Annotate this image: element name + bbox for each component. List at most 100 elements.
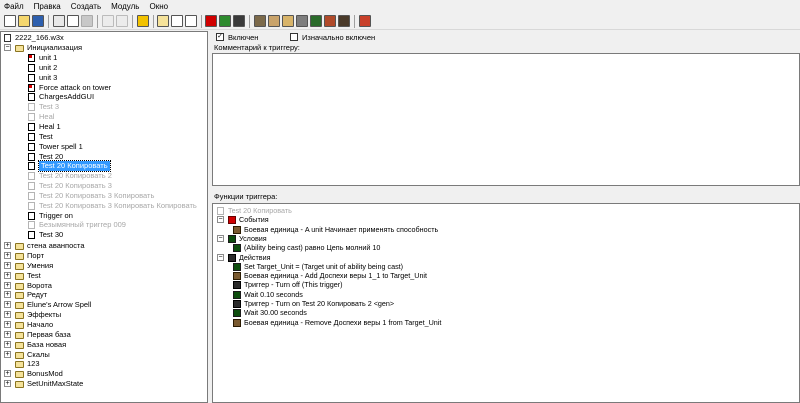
- folder-icon: [15, 243, 24, 251]
- trigger-label: Test 20 Копировать 3 Копировать: [39, 190, 155, 200]
- enabled-checkbox[interactable]: ✓: [216, 33, 224, 41]
- new-map-icon[interactable]: [4, 15, 16, 27]
- folder-icon: [15, 302, 24, 310]
- menu-create[interactable]: Создать: [66, 0, 106, 13]
- actions-header-label: Действия: [239, 252, 271, 262]
- new-event-icon[interactable]: [205, 15, 217, 27]
- folder-label: Elune's Arrow Spell: [27, 300, 92, 310]
- object-editor-icon[interactable]: [296, 15, 308, 27]
- trigger-icon: [28, 162, 35, 171]
- condition-row-label: (Ability being cast) равно Цепь молний 1…: [244, 243, 381, 253]
- expand-icon[interactable]: +: [4, 271, 11, 279]
- folder-label: Начало: [27, 319, 54, 329]
- trigger-label: Test: [39, 131, 53, 141]
- terrain-editor-icon[interactable]: [254, 15, 266, 27]
- campaign-editor-icon[interactable]: [324, 15, 336, 27]
- unit-icon: [233, 318, 241, 327]
- trigger-icon: [28, 93, 35, 102]
- trigger-icon: [28, 83, 35, 92]
- undo-icon[interactable]: [102, 15, 114, 27]
- new-action-icon[interactable]: [233, 15, 245, 27]
- unit-editor-icon[interactable]: [268, 15, 280, 27]
- trigger-label: Test 20 Копировать 3: [39, 181, 112, 191]
- open-icon[interactable]: [18, 15, 30, 27]
- trigger-label: Test 20: [39, 151, 64, 161]
- initially-on-checkbox-row[interactable]: Изначально включен: [290, 32, 375, 42]
- folder-label: Редут: [27, 290, 48, 300]
- delete-icon[interactable]: [137, 15, 149, 27]
- trigger-label: Безымянный триггер 009: [39, 220, 126, 230]
- expand-icon[interactable]: +: [4, 291, 11, 299]
- menu-module[interactable]: Модуль: [106, 0, 144, 13]
- initially-on-checkbox[interactable]: [290, 33, 298, 41]
- copy-icon[interactable]: [67, 15, 79, 27]
- expand-icon[interactable]: +: [4, 370, 11, 378]
- save-icon[interactable]: [32, 15, 44, 27]
- action-row-label: Wait 30.00 seconds: [244, 308, 307, 318]
- paste-icon[interactable]: [81, 15, 93, 27]
- new-category-icon[interactable]: [157, 15, 169, 27]
- expand-icon[interactable]: +: [4, 320, 11, 328]
- collapse-icon[interactable]: −: [217, 253, 224, 261]
- folder-label: Первая база: [27, 329, 71, 339]
- folder-label: 123: [27, 359, 40, 369]
- trigger-label: Test 20 Копировать: [38, 160, 111, 173]
- functions-tree[interactable]: Test 20 Копировать − События Боевая единица…: [212, 203, 800, 403]
- trigger-icon: [233, 300, 241, 308]
- folder-label: стена аванпоста: [27, 241, 85, 251]
- expand-icon[interactable]: +: [4, 311, 11, 319]
- trigger-icon: [28, 172, 35, 181]
- expand-icon[interactable]: +: [4, 340, 11, 348]
- trigger-icon: [28, 231, 35, 240]
- redo-icon[interactable]: [116, 15, 128, 27]
- expand-icon[interactable]: +: [4, 242, 11, 250]
- collapse-icon[interactable]: −: [217, 216, 224, 224]
- trigger-label: Heal: [39, 112, 55, 122]
- action-row-label: Wait 0.10 seconds: [244, 289, 303, 299]
- ai-editor-icon[interactable]: [310, 15, 322, 27]
- comment-textarea[interactable]: [212, 53, 800, 186]
- trigger-icon: [28, 152, 35, 161]
- test-map-icon[interactable]: [359, 15, 371, 27]
- import-manager-icon[interactable]: [338, 15, 350, 27]
- action-row-label: Триггер - Turn on Test 20 Копировать 2 <…: [244, 299, 395, 308]
- new-trigger-icon[interactable]: [171, 15, 183, 27]
- comment-label: Комментарий к триггеру:: [214, 43, 300, 52]
- toolbar-separator: [97, 15, 98, 28]
- folder-label: Умения: [27, 260, 54, 270]
- collapse-icon[interactable]: −: [217, 234, 224, 242]
- menu-window[interactable]: Окно: [144, 0, 173, 13]
- sound-editor-icon[interactable]: [282, 15, 294, 27]
- trigger-label: ChargesAddGUI: [39, 92, 95, 102]
- trigger-label: unit 2: [39, 62, 58, 72]
- expand-icon[interactable]: +: [4, 252, 11, 259]
- folder-icon: [15, 321, 24, 329]
- expand-icon[interactable]: +: [4, 350, 11, 358]
- expand-icon[interactable]: +: [4, 301, 11, 309]
- toolbar: [0, 13, 800, 30]
- menu-file[interactable]: Файл: [0, 0, 29, 13]
- folder-label: Порт: [27, 251, 45, 260]
- expand-icon[interactable]: +: [4, 380, 11, 388]
- new-comment-icon[interactable]: [185, 15, 197, 27]
- action-row-label: Set Target_Unit = (Target unit of abilit…: [244, 261, 404, 271]
- cut-icon[interactable]: [53, 15, 65, 27]
- folder-icon: [15, 341, 24, 349]
- toolbar-separator: [354, 15, 355, 28]
- folder-icon: [15, 351, 24, 359]
- expand-icon[interactable]: +: [4, 281, 11, 289]
- action-row-label: Боевая единица - Remove Доспехи веры 1 f…: [244, 317, 442, 327]
- unit-icon: [233, 225, 241, 234]
- menu-bar: Файл Правка Создать Модуль Окно: [0, 0, 800, 13]
- toolbar-separator: [48, 15, 49, 28]
- trigger-tree[interactable]: 2222_166.w3x − Инициализация unit 1 unit …: [0, 31, 208, 403]
- folder-label: SetUnitMaxState: [27, 379, 84, 389]
- menu-edit[interactable]: Правка: [29, 0, 66, 13]
- expand-icon[interactable]: +: [4, 330, 11, 338]
- enabled-checkbox-row[interactable]: ✓ Включен: [216, 32, 258, 42]
- folder-icon: [15, 45, 24, 52]
- trigger-icon: [28, 113, 35, 122]
- new-condition-icon[interactable]: [219, 15, 231, 27]
- expand-icon[interactable]: +: [4, 261, 11, 269]
- collapse-icon[interactable]: −: [4, 44, 11, 51]
